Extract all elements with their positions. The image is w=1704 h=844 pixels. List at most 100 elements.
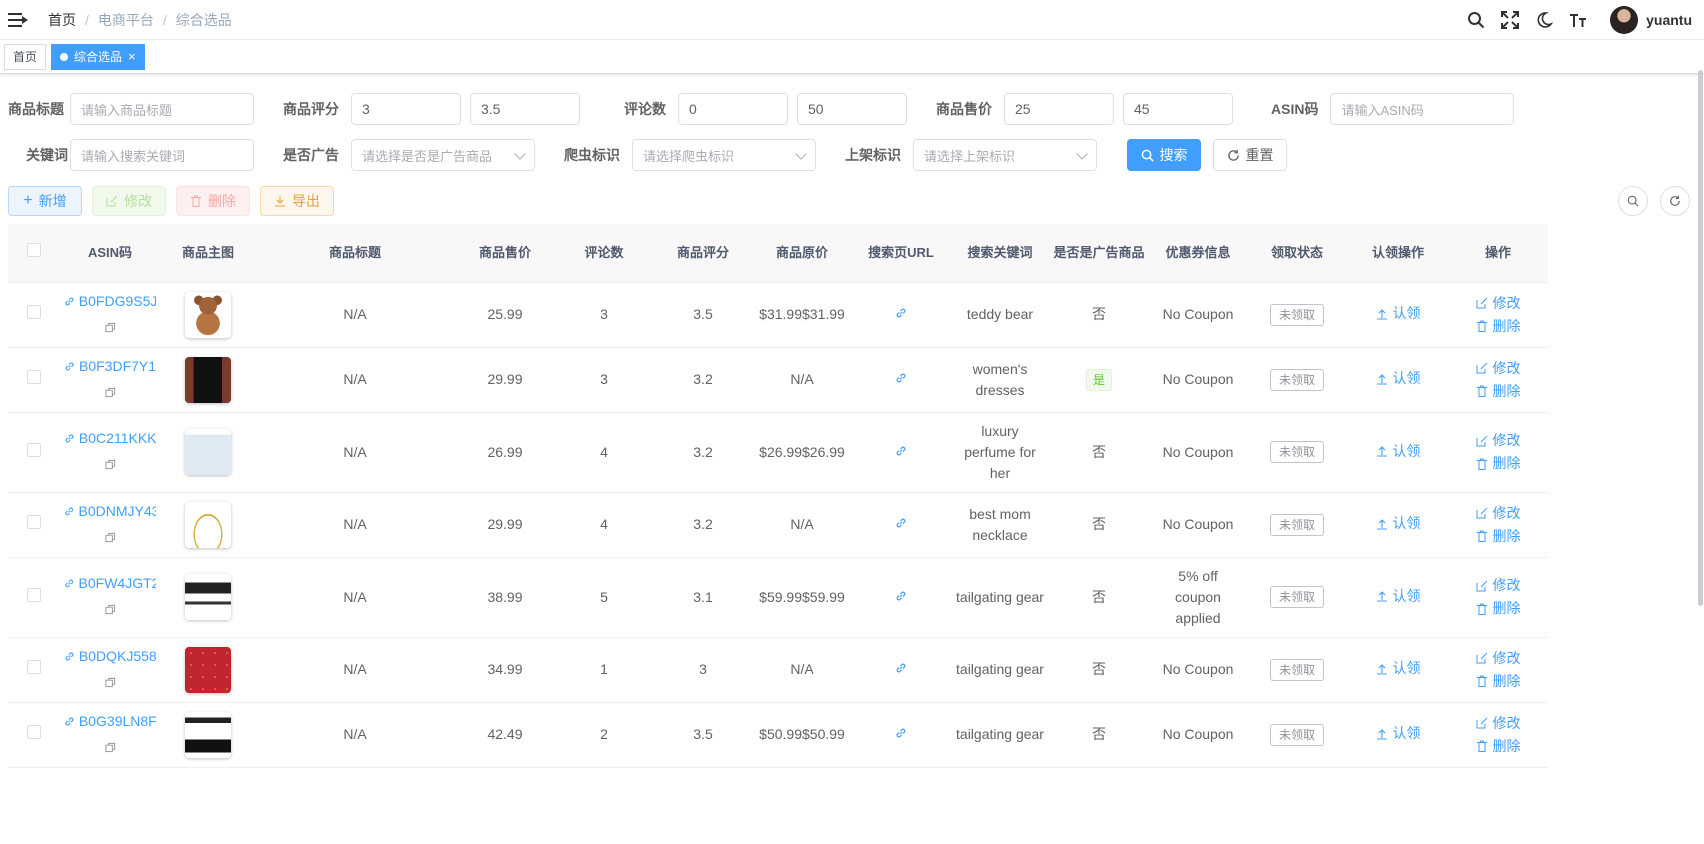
- add-button[interactable]: + 新增: [8, 186, 82, 216]
- breadcrumb-ecommerce[interactable]: 电商平台: [98, 10, 154, 30]
- search-url-link-icon[interactable]: [895, 724, 907, 745]
- row-edit-button[interactable]: 修改: [1476, 358, 1521, 379]
- price-max-input[interactable]: 45: [1123, 93, 1233, 125]
- col-asin: ASIN码: [60, 224, 160, 283]
- product-price: 34.99: [454, 637, 556, 703]
- dark-mode-icon[interactable]: [1534, 10, 1554, 30]
- copy-icon[interactable]: [104, 673, 116, 694]
- claim-button[interactable]: 认领: [1376, 441, 1421, 462]
- refresh-button[interactable]: [1660, 186, 1690, 216]
- row-delete-button[interactable]: 删除: [1476, 453, 1521, 474]
- title-input[interactable]: 请输入商品标题: [70, 93, 254, 125]
- plus-icon: +: [23, 192, 33, 209]
- username[interactable]: yuantu: [1646, 12, 1692, 28]
- breadcrumb-home[interactable]: 首页: [48, 10, 76, 30]
- row-delete-button[interactable]: 删除: [1476, 316, 1521, 337]
- fullscreen-icon[interactable]: [1500, 10, 1520, 30]
- rating-min-input[interactable]: 3: [351, 93, 461, 125]
- reset-button[interactable]: 重置: [1213, 139, 1287, 171]
- search-icon[interactable]: [1466, 10, 1486, 30]
- search-url-link-icon[interactable]: [895, 514, 907, 535]
- product-price: 29.99: [454, 492, 556, 558]
- search-url-link-icon[interactable]: [895, 304, 907, 325]
- rating-max-input[interactable]: 3.5: [470, 93, 580, 125]
- asin-link[interactable]: B0G39LN8F: [64, 711, 156, 732]
- search-button[interactable]: 搜索: [1127, 139, 1201, 171]
- asin-link[interactable]: B0F3DF7Y1: [64, 356, 156, 377]
- edit-button[interactable]: 修改: [92, 186, 166, 216]
- row-edit-button[interactable]: 修改: [1476, 503, 1521, 524]
- claim-button[interactable]: 认领: [1376, 303, 1421, 324]
- row-edit-button[interactable]: 修改: [1476, 648, 1521, 669]
- claim-button[interactable]: 认领: [1376, 658, 1421, 679]
- close-icon[interactable]: ×: [128, 45, 136, 69]
- search-url-link-icon[interactable]: [895, 587, 907, 608]
- row-checkbox[interactable]: [27, 660, 41, 674]
- row-edit-button[interactable]: 修改: [1476, 293, 1521, 314]
- avatar[interactable]: [1610, 5, 1639, 34]
- copy-icon[interactable]: [104, 318, 116, 339]
- col-keyword: 搜索关键词: [952, 224, 1048, 283]
- col-coupon: 优惠券信息: [1150, 224, 1246, 283]
- page-scrollbar[interactable]: [1696, 70, 1704, 606]
- row-checkbox[interactable]: [27, 587, 41, 602]
- copy-icon[interactable]: [104, 455, 116, 476]
- red-blanket-image[interactable]: [185, 646, 231, 693]
- claim-button[interactable]: 认领: [1376, 368, 1421, 389]
- tag-current[interactable]: 综合选品 ×: [51, 43, 145, 70]
- claim-button[interactable]: 认领: [1376, 586, 1421, 607]
- asin-link[interactable]: B0C211KKK: [64, 428, 156, 449]
- row-edit-button[interactable]: 修改: [1476, 575, 1521, 596]
- delete-button[interactable]: 删除: [176, 186, 250, 216]
- claim-button[interactable]: 认领: [1376, 513, 1421, 534]
- col-claim-status: 领取状态: [1246, 224, 1348, 283]
- reviews-min-input[interactable]: 0: [678, 93, 788, 125]
- ad-select[interactable]: 请选择是否是广告商品: [351, 139, 535, 171]
- black-dress-image[interactable]: [185, 356, 231, 403]
- row-delete-button[interactable]: 删除: [1476, 671, 1521, 692]
- asin-input[interactable]: 请输入ASIN码: [1330, 93, 1515, 125]
- copy-icon[interactable]: [104, 738, 116, 759]
- font-size-icon[interactable]: [1568, 10, 1588, 30]
- search-keyword: tailgating gear: [952, 702, 1048, 768]
- asin-link[interactable]: B0FW4JGT2: [64, 573, 156, 594]
- search-url-link-icon[interactable]: [895, 442, 907, 463]
- search-url-link-icon[interactable]: [895, 369, 907, 390]
- row-checkbox[interactable]: [27, 370, 41, 384]
- asin-link[interactable]: B0FDG9S5J: [64, 291, 156, 312]
- search-url-link-icon[interactable]: [895, 659, 907, 680]
- teddy-bear-image[interactable]: [185, 291, 231, 338]
- export-button[interactable]: 导出: [260, 186, 334, 216]
- row-edit-button[interactable]: 修改: [1476, 713, 1521, 734]
- copy-icon[interactable]: [104, 528, 116, 549]
- listing-select[interactable]: 请选择上架标识: [913, 139, 1097, 171]
- row-delete-button[interactable]: 删除: [1476, 526, 1521, 547]
- copy-icon[interactable]: [104, 600, 116, 621]
- asin-link[interactable]: B0DNMJY43: [64, 501, 156, 522]
- row-delete-button[interactable]: 删除: [1476, 736, 1521, 757]
- folding-table-image[interactable]: [185, 711, 231, 758]
- tag-home[interactable]: 首页: [4, 43, 47, 70]
- grill-table-image[interactable]: [185, 574, 231, 620]
- copy-icon[interactable]: [104, 383, 116, 404]
- row-checkbox[interactable]: [27, 725, 41, 739]
- necklace-image[interactable]: [185, 501, 231, 548]
- row-checkbox[interactable]: [27, 305, 41, 319]
- perfume-box-image[interactable]: [185, 429, 231, 475]
- row-checkbox[interactable]: [27, 442, 41, 457]
- row-delete-button[interactable]: 删除: [1476, 598, 1521, 619]
- row-edit-button[interactable]: 修改: [1476, 430, 1521, 451]
- crawler-select[interactable]: 请选择爬虫标识: [632, 139, 816, 171]
- asin-link[interactable]: B0DQKJ558: [64, 646, 156, 667]
- hamburger-icon[interactable]: [8, 12, 28, 27]
- claim-button[interactable]: 认领: [1376, 723, 1421, 744]
- select-all-checkbox[interactable]: [27, 242, 41, 257]
- row-delete-button[interactable]: 删除: [1476, 381, 1521, 402]
- tags-view: 首页 综合选品 ×: [0, 40, 1704, 74]
- row-checkbox[interactable]: [27, 515, 41, 529]
- reviews-max-input[interactable]: 50: [797, 93, 907, 125]
- toggle-search-button[interactable]: [1618, 186, 1648, 216]
- price-min-input[interactable]: 25: [1004, 93, 1114, 125]
- keyword-input[interactable]: 请输入搜索关键词: [70, 139, 254, 171]
- download-icon: [275, 196, 285, 207]
